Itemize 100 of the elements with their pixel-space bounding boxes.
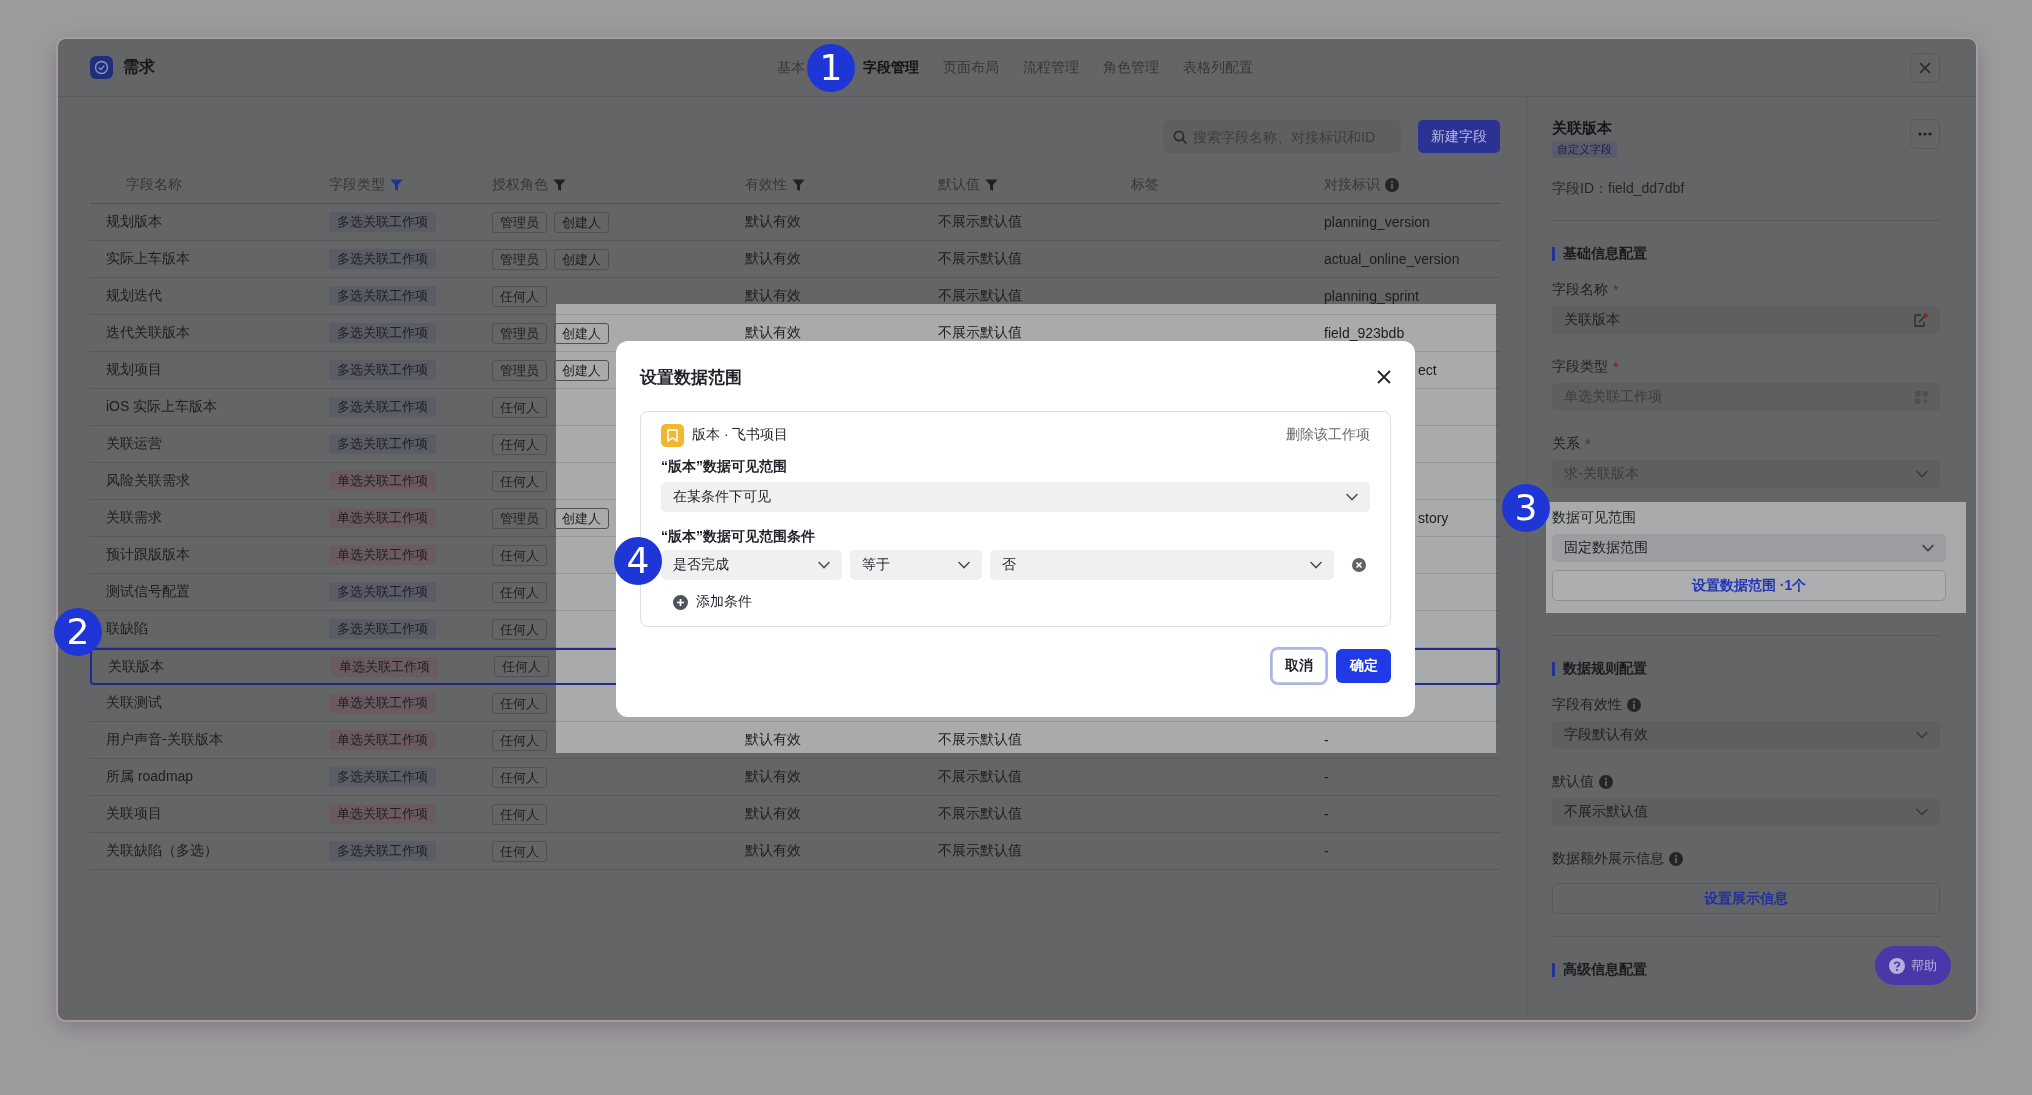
field-label: 字段有效性 bbox=[1552, 696, 1622, 714]
table-cell-text: 关联项目 bbox=[105, 805, 162, 821]
type-tag: 单选关联工作项 bbox=[329, 545, 436, 565]
table-cell: 不展示默认值 bbox=[938, 768, 1022, 784]
type-tag: 多选关联工作项 bbox=[329, 286, 436, 306]
table-cell: 不展示默认值 bbox=[938, 805, 1022, 821]
required-mark: * bbox=[1613, 359, 1619, 375]
field-label: 数据额外展示信息 bbox=[1552, 850, 1664, 868]
type-tag: 多选关联工作项 bbox=[329, 323, 436, 343]
table-cell-text: 联缺陷 bbox=[105, 620, 148, 636]
table-cell: 不展示默认值 bbox=[938, 842, 1022, 858]
type-tag: 多选关联工作项 bbox=[329, 841, 436, 861]
table-cell-text: 测试信号配置 bbox=[105, 583, 190, 599]
field-id: 字段ID：field_dd7dbf bbox=[1552, 180, 1686, 198]
field-label: 关系 bbox=[1552, 435, 1580, 453]
role-tag: 任何人 bbox=[494, 656, 549, 677]
table-cell-text: 关联缺陷（多选） bbox=[105, 842, 218, 858]
role-tag: 管理员 bbox=[492, 322, 547, 344]
type-tag: 多选关联工作项 bbox=[329, 582, 436, 602]
table-cell-text: 规划项目 bbox=[105, 361, 162, 377]
type-tag: 单选关联工作项 bbox=[329, 508, 436, 528]
role-tag: 任何人 bbox=[492, 285, 547, 307]
role-tag: 创建人 bbox=[554, 359, 609, 381]
table-cell: ect bbox=[1418, 362, 1437, 378]
table-cell-text: 关联版本 bbox=[107, 657, 164, 674]
table-cell: planning_version bbox=[1324, 214, 1430, 230]
role-tag: 任何人 bbox=[492, 766, 547, 788]
table-cell: 不展示默认值 bbox=[938, 731, 1022, 747]
table-cell: 默认有效 bbox=[745, 213, 801, 229]
table-cell: 默认有效 bbox=[745, 768, 801, 784]
table-cell-text: 用户声音-关联版本 bbox=[105, 731, 223, 747]
role-tag: 任何人 bbox=[492, 729, 547, 751]
role-tag: 管理员 bbox=[492, 248, 547, 270]
role-tag: 任何人 bbox=[492, 470, 547, 492]
field-badge: 自定义字段 bbox=[1552, 141, 1617, 158]
table-cell: 默认有效 bbox=[745, 805, 801, 821]
table-cell-text: 关联运营 bbox=[105, 435, 162, 451]
work-item-name: 版本 · 飞书项目 bbox=[692, 426, 789, 444]
role-tag: 任何人 bbox=[492, 581, 547, 603]
type-tag: 多选关联工作项 bbox=[329, 249, 436, 269]
table-cell: - bbox=[1324, 769, 1329, 785]
type-tag: 单选关联工作项 bbox=[329, 804, 436, 824]
table-cell: 不展示默认值 bbox=[938, 324, 1022, 340]
field-label: 数据可见范围 bbox=[1552, 509, 1636, 527]
field-label: “版本”数据可见范围 bbox=[661, 458, 788, 476]
table-cell-text: 关联需求 bbox=[105, 509, 162, 525]
table-cell: story bbox=[1418, 510, 1449, 526]
table-cell: 默认有效 bbox=[745, 324, 801, 340]
role-tag: 任何人 bbox=[492, 433, 547, 455]
section-heading: 基础信息配置 bbox=[1563, 245, 1647, 263]
table-cell: 默认有效 bbox=[745, 287, 801, 303]
table-cell: 默认有效 bbox=[745, 731, 801, 747]
table-cell-text: 关联测试 bbox=[105, 694, 162, 710]
type-tag: 多选关联工作项 bbox=[329, 212, 436, 232]
table-cell: actual_online_version bbox=[1324, 251, 1460, 267]
table-cell-text: 所属 roadmap bbox=[105, 768, 194, 784]
role-tag: 任何人 bbox=[492, 544, 547, 566]
role-tag: 创建人 bbox=[554, 211, 609, 233]
table-cell-text: 规划迭代 bbox=[105, 287, 162, 303]
required-mark: * bbox=[1585, 436, 1591, 452]
type-tag: 单选关联工作项 bbox=[331, 656, 438, 677]
role-tag: 创建人 bbox=[554, 507, 609, 529]
table-cell: - bbox=[1324, 843, 1329, 859]
field-label: 字段名称 bbox=[1552, 281, 1608, 299]
table-cell: 不展示默认值 bbox=[938, 287, 1022, 303]
panel-title: 关联版本 bbox=[1552, 119, 1613, 138]
required-mark: * bbox=[1613, 282, 1619, 298]
table-cell: 不展示默认值 bbox=[938, 213, 1022, 229]
type-tag: 多选关联工作项 bbox=[329, 619, 436, 639]
section-heading: 高级信息配置 bbox=[1563, 961, 1647, 979]
role-tag: 管理员 bbox=[492, 211, 547, 233]
table-cell-text: 规划版本 bbox=[105, 213, 162, 229]
type-tag: 多选关联工作项 bbox=[329, 360, 436, 380]
type-tag: 单选关联工作项 bbox=[329, 693, 436, 713]
app-title: 需求 bbox=[123, 57, 155, 77]
table-cell: field_923bdb bbox=[1324, 325, 1405, 341]
role-tag: 创建人 bbox=[554, 322, 609, 344]
table-cell: planning_sprint bbox=[1324, 288, 1419, 304]
role-tag: 任何人 bbox=[492, 618, 547, 640]
type-tag: 单选关联工作项 bbox=[329, 730, 436, 750]
numbered-callout: 1 bbox=[807, 43, 855, 92]
role-tag: 管理员 bbox=[492, 359, 547, 381]
type-tag: 多选关联工作项 bbox=[329, 767, 436, 787]
field-label: 字段类型 bbox=[1552, 358, 1608, 376]
role-tag: 管理员 bbox=[492, 507, 547, 529]
table-cell: 默认有效 bbox=[745, 250, 801, 266]
role-tag: 任何人 bbox=[492, 692, 547, 714]
type-tag: 多选关联工作项 bbox=[329, 434, 436, 454]
role-tag: 任何人 bbox=[492, 840, 547, 862]
table-cell-text: 迭代关联版本 bbox=[105, 324, 190, 340]
type-tag: 单选关联工作项 bbox=[329, 471, 436, 491]
table-cell: - bbox=[1324, 806, 1329, 822]
field-label: “版本”数据可见范围条件 bbox=[661, 528, 816, 546]
role-tag: 任何人 bbox=[492, 396, 547, 418]
table-cell: 不展示默认值 bbox=[938, 250, 1022, 266]
table-cell: 默认有效 bbox=[745, 842, 801, 858]
table-cell-text: 预计跟版版本 bbox=[105, 546, 190, 562]
role-tag: 创建人 bbox=[554, 248, 609, 270]
role-tag: 任何人 bbox=[492, 803, 547, 825]
section-heading: 数据规则配置 bbox=[1563, 660, 1647, 678]
